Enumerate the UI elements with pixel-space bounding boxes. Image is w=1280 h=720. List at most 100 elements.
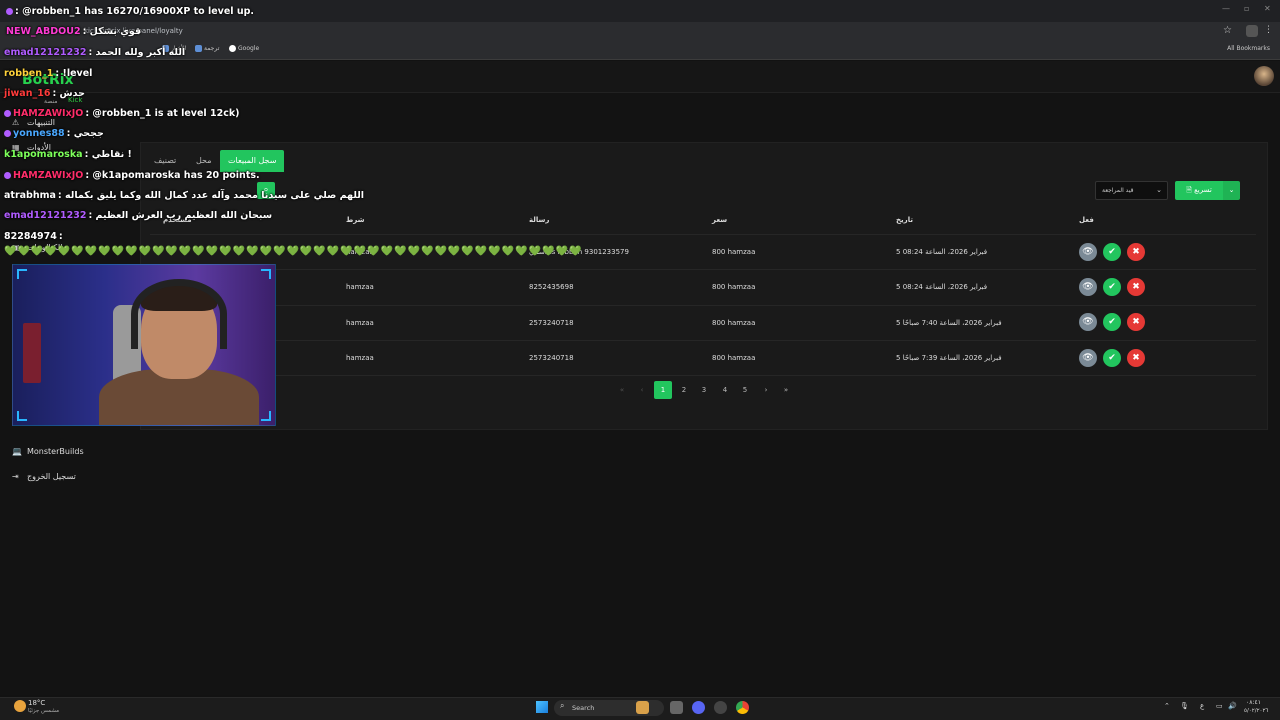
chevron-down-icon: ⌄ [1228,186,1235,194]
eye-icon: 👁 [1082,353,1094,363]
bookmark-translate[interactable]: ترجمة [195,45,219,52]
approve-button[interactable]: ✔ [1103,278,1121,296]
document-icon: 🗎 [1186,186,1195,194]
cell-date: 5 فبراير 2026، الساعة 08:24 [896,248,988,256]
laptop-icon: 💻 [12,447,22,456]
chat-message: atrabhma: اللهم صلي على سيدنا محمد وآله … [4,190,365,201]
chat-message: HAMZAWIxJO: @robben_1 is at level 12ck) [4,108,240,119]
approve-button[interactable]: ✔ [1103,313,1121,331]
chrome-icon[interactable] [736,701,749,714]
chat-message: 82284974: [4,231,63,242]
approve-button[interactable]: ✔ [1103,349,1121,367]
language-indicator[interactable]: ع [1200,702,1204,710]
frame-corner [261,411,271,421]
microphone-icon[interactable]: 🎙 [1180,702,1189,710]
view-button[interactable]: 👁 [1079,313,1097,331]
approve-button[interactable]: ✔ [1103,243,1121,261]
minimize-button[interactable]: — [1222,4,1230,13]
sort-button[interactable]: 🗎 تسريع [1175,181,1223,200]
page-button-2[interactable]: 2 [675,381,693,399]
avatar[interactable] [1254,66,1274,86]
tab-sales-log[interactable]: سجل المبيعات [220,150,285,172]
page-button-5[interactable]: 5 [736,381,754,399]
sort-dropdown-button[interactable]: ⌄ [1223,181,1240,200]
page-button-4[interactable]: 4 [716,381,734,399]
status-filter-select[interactable]: قيد المراجعة ⌄ [1095,181,1168,200]
check-icon: ✔ [1108,353,1116,363]
sidebar-item-alerts[interactable]: ⚠ التنبيهات [12,118,55,127]
chat-message: : @robben_1 has 16270/16900XP to level u… [6,6,254,17]
chat-message: emad12121232: الله أكبر ولله الحمد [4,47,186,58]
platform-label: منصة [44,98,58,105]
cell-message: 2573240718 [529,354,574,362]
search-icon: ⌕ [560,701,565,710]
page-button-3[interactable]: 3 [695,381,713,399]
bookmark-star-icon[interactable]: ☆ [1223,25,1232,36]
view-button[interactable]: 👁 [1079,243,1097,261]
widget-icon[interactable] [636,701,649,714]
last-page-button[interactable]: » [777,381,795,399]
cell-message: 8252435698 [529,283,574,291]
file-explorer-icon[interactable] [670,701,683,714]
column-header-actions: فعل [1079,216,1094,224]
sidebar-item-logout[interactable]: ⇥ تسجيل الخروج [12,472,76,481]
chat-message: robben_1: !level [4,68,93,79]
check-icon: ✔ [1108,317,1116,327]
maximize-button[interactable]: ▫ [1244,4,1249,13]
tab-ranking[interactable]: تصنيف [146,150,184,172]
windows-start-icon[interactable] [536,701,548,713]
prev-page-button[interactable]: ‹ [633,381,651,399]
reject-button[interactable]: ✖ [1127,278,1145,296]
view-button[interactable]: 👁 [1079,278,1097,296]
cell-condition: hamzaa [346,354,374,362]
extension-icon[interactable] [1246,25,1258,37]
display-icon[interactable]: ▭ [1216,702,1223,710]
chat-message: NEW_ABDOU2: قوي بشكل [6,26,142,37]
cell-condition: hamzaa [346,319,374,327]
column-header-price[interactable]: سعر [712,216,727,224]
weather-temp[interactable]: 18°C [28,699,45,707]
chat-message: HAMZAWIxJO: @k1apomaroska has 20 points. [4,170,260,181]
page-button-1[interactable]: 1 [654,381,672,399]
cell-price: 800 hamzaa [712,354,756,362]
cell-message: 2573240718 [529,319,574,327]
chat-message: yonnes88: ججحي [4,128,104,139]
reject-button[interactable]: ✖ [1127,349,1145,367]
obs-icon[interactable] [714,701,727,714]
eye-icon: 👁 [1082,282,1094,292]
frame-corner [17,411,27,421]
chevron-down-icon: ⌄ [1156,186,1162,194]
reject-button[interactable]: ✖ [1127,313,1145,331]
chat-hearts: 💚💚💚💚💚💚💚💚💚💚💚💚💚💚💚💚💚💚💚💚💚💚💚💚💚💚💚💚💚💚💚💚💚💚💚💚💚💚💚💚… [4,246,583,257]
close-window-button[interactable]: ✕ [1264,4,1271,13]
cell-price: 800 hamzaa [712,248,756,256]
logout-icon: ⇥ [12,472,19,481]
bookmark-google[interactable]: Google [229,45,259,52]
translate-icon [195,45,202,52]
column-header-date[interactable]: تاريخ [896,216,913,224]
address-bar[interactable] [0,22,1280,42]
view-button[interactable]: 👁 [1079,349,1097,367]
clock-time[interactable]: ٠٨:٤١ [1246,699,1261,706]
column-header-message[interactable]: رسالة [529,216,549,224]
eye-icon: 👁 [1082,247,1094,257]
weather-desc: مشمس جزئيًا [28,708,60,714]
all-bookmarks[interactable]: All Bookmarks [1227,45,1270,52]
volume-icon[interactable]: 🔊 [1228,702,1237,710]
tab-shop[interactable]: محل [188,150,220,172]
column-header-condition[interactable]: شرط [346,216,365,224]
first-page-button[interactable]: « [613,381,631,399]
chat-message: k1apomaroska: نقاطي ! [4,149,132,160]
tray-chevron-icon[interactable]: ⌃ [1164,702,1170,710]
discord-icon[interactable] [692,701,705,714]
frame-corner [261,269,271,279]
menu-icon[interactable]: ⋮ [1264,25,1273,35]
cell-date: 5 فبراير 2026، الساعة 08:24 [896,283,988,291]
close-icon: ✖ [1132,247,1140,257]
reject-button[interactable]: ✖ [1127,243,1145,261]
clock-date[interactable]: ٥/٠٢/٢٠٢٦ [1244,708,1268,714]
weather-icon[interactable] [14,700,26,712]
next-page-button[interactable]: › [757,381,775,399]
cell-date: 5 فبراير 2026، الساعة 7:39 صباحًا [896,354,1002,362]
sidebar-item-monsterbuilds[interactable]: 💻 MonsterBuilds [12,447,84,456]
